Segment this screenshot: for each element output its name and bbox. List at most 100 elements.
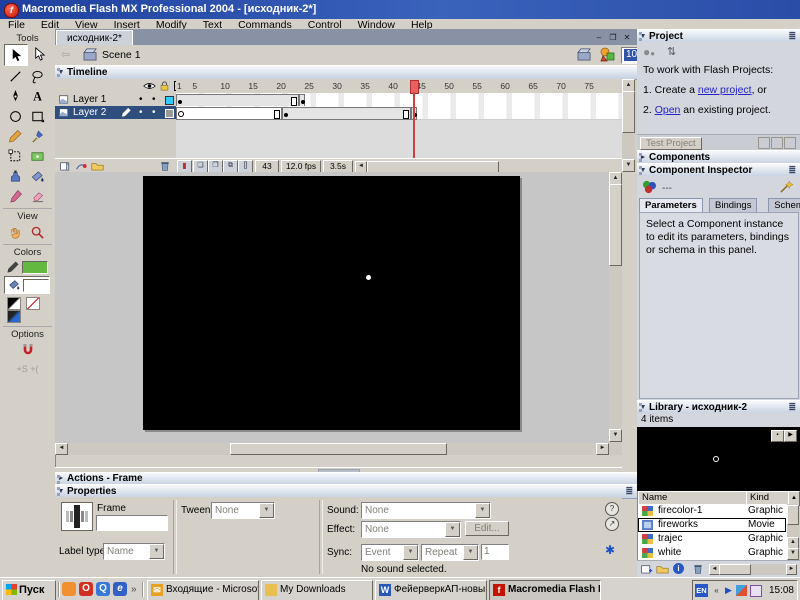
frame-name-input[interactable]	[96, 515, 168, 531]
library-preview-stop-button[interactable]: ▪	[771, 430, 784, 442]
ci-menu-icon[interactable]: ≣	[788, 165, 796, 176]
library-item-trajec[interactable]: trajecGraphic	[638, 532, 786, 546]
library-item-white[interactable]: whiteGraphic	[638, 546, 786, 560]
insert-layer-folder-button[interactable]	[91, 160, 104, 172]
free-transform-tool[interactable]	[4, 146, 26, 166]
timeline-scroll-down[interactable]: ▼	[622, 159, 635, 172]
taskbar-button-3[interactable]: WФейерверкАП-новый - ...	[375, 580, 487, 600]
library-scroll-down[interactable]: ▼	[787, 548, 799, 560]
library-hscroll-thumb[interactable]	[719, 564, 751, 575]
project-add-file-icon[interactable]	[771, 137, 783, 149]
line-tool[interactable]	[4, 66, 26, 86]
layer-outline-color[interactable]	[165, 109, 174, 118]
stage-area[interactable]: ▲ ▼ ◄ ►	[55, 172, 622, 455]
library-menu-icon[interactable]: ≣	[788, 402, 796, 413]
library-vscroll-thumb[interactable]	[787, 505, 799, 525]
tab-parameters[interactable]: Parameters	[639, 198, 703, 213]
help-icon[interactable]: ?	[605, 502, 619, 516]
scene-name[interactable]: Scene 1	[102, 49, 141, 61]
stage-hscrollbar[interactable]: ◄ ►	[55, 443, 609, 455]
frame-span[interactable]	[176, 107, 282, 120]
layer-row-layer-2[interactable]: Layer 2••	[55, 106, 176, 119]
menu-file[interactable]: File	[0, 19, 33, 31]
stroke-color-swatch[interactable]	[22, 261, 48, 274]
doc-restore-button[interactable]: ❐	[607, 32, 619, 43]
lasso-tool[interactable]	[26, 66, 48, 86]
no-color-button[interactable]	[26, 297, 40, 310]
tab-schema[interactable]: Schema	[768, 198, 800, 213]
library-item-fireworks[interactable]: fireworksMovie Clip	[638, 518, 786, 532]
project-delete-icon[interactable]	[784, 137, 796, 149]
layer-row-layer-1[interactable]: Layer 1••	[55, 93, 176, 107]
quicklaunch-chevron[interactable]: »	[131, 584, 137, 595]
default-colors-button[interactable]	[7, 297, 21, 310]
taskbar-button-2[interactable]: My Downloads	[261, 580, 373, 600]
straighten-icon[interactable]: +S	[16, 364, 27, 374]
oval-tool[interactable]	[4, 106, 26, 126]
tray-icon-1[interactable]	[736, 585, 747, 596]
show-hide-layers-eye-icon[interactable]	[143, 81, 156, 91]
text-tool[interactable]: A	[26, 86, 48, 106]
stage-hscroll-thumb[interactable]	[230, 443, 447, 455]
edit-symbols-icon[interactable]	[600, 47, 616, 62]
opera-icon[interactable]: O	[79, 582, 93, 596]
add-motion-guide-button[interactable]	[75, 160, 88, 172]
library-properties-button[interactable]: i	[673, 563, 684, 574]
new-project-link[interactable]: new project	[698, 84, 752, 96]
swap-colors-button[interactable]	[7, 310, 21, 323]
tab-bindings[interactable]: Bindings	[709, 198, 757, 213]
taskbar-button-4[interactable]: fMacromedia Flash MX...	[489, 580, 601, 600]
hand-tool[interactable]	[4, 222, 26, 242]
frames-row-2[interactable]	[176, 106, 622, 120]
snap-to-objects-magnet-icon[interactable]	[20, 342, 36, 358]
library-scroll-right[interactable]: ►	[786, 564, 797, 575]
lock-layers-icon[interactable]	[159, 80, 170, 92]
smooth-icon[interactable]: +(	[30, 364, 38, 374]
project-menu-icon[interactable]: ≣	[788, 31, 796, 42]
loop-count-input[interactable]: 1	[481, 544, 509, 560]
library-vscrollbar[interactable]: ▲ ▼	[787, 504, 799, 560]
publish-settings-icon[interactable]: ↗	[605, 517, 619, 531]
timeline-ruler[interactable]: 151015202530354045505560657075	[176, 79, 622, 94]
open-project-link[interactable]: Open	[655, 104, 681, 116]
back-icon[interactable]: ⇦	[61, 48, 70, 61]
zoom-tool[interactable]	[26, 222, 48, 242]
icq-icon[interactable]: Q	[96, 582, 110, 596]
stage-scroll-left[interactable]: ◄	[55, 443, 68, 455]
layer-outline-color[interactable]	[165, 96, 174, 105]
library-new-symbol-button[interactable]	[640, 563, 653, 575]
version-control-icon[interactable]: ⇅	[667, 45, 676, 58]
stage-vscroll-thumb[interactable]	[609, 184, 622, 266]
sync-dropdown[interactable]: Event▼	[361, 544, 419, 561]
stage-scroll-down[interactable]: ▼	[609, 429, 622, 442]
brush-tool[interactable]	[26, 126, 48, 146]
sound-dropdown[interactable]: None▼	[361, 502, 491, 519]
project-new-folder-icon[interactable]	[758, 137, 770, 149]
start-button[interactable]: Пуск	[2, 580, 56, 600]
rectangle-tool[interactable]	[26, 106, 48, 126]
sync-repeat-dropdown[interactable]: Repeat▼	[421, 544, 479, 561]
layer-lock-dot[interactable]: •	[152, 106, 156, 119]
snap-indicator-icon[interactable]: ✱	[605, 543, 615, 557]
doc-minimize-button[interactable]: –	[593, 32, 605, 43]
frames-row-1[interactable]	[176, 93, 622, 107]
edit-scene-icon[interactable]	[577, 48, 592, 61]
tween-dropdown[interactable]: None▼	[211, 502, 275, 519]
library-new-folder-button[interactable]	[656, 563, 669, 575]
stage-vscrollbar[interactable]: ▲ ▼	[609, 172, 622, 455]
doc-close-button[interactable]: ✕	[621, 32, 633, 43]
library-item-firecolor-1[interactable]: firecolor-1Graphic	[638, 504, 786, 518]
selection-tool[interactable]	[4, 44, 28, 66]
timeline-vscrollbar[interactable]: ▲ ▼	[622, 79, 635, 172]
timeline-panel-header[interactable]: ▼Timeline	[55, 65, 637, 80]
fill-color-row[interactable]	[4, 276, 50, 294]
subselection-tool[interactable]	[28, 44, 50, 64]
test-project-button[interactable]: Test Project	[640, 137, 702, 150]
media-player-tray-icon[interactable]: ▶	[722, 584, 735, 597]
library-preview-play-button[interactable]: ▶	[784, 430, 797, 442]
edit-sound-button[interactable]: Edit...	[465, 521, 509, 536]
ci-wand-icon[interactable]	[779, 180, 794, 194]
taskbar-button-1[interactable]: ✉Входящие - Microsoft O...	[147, 580, 259, 600]
eyedropper-tool[interactable]	[4, 186, 26, 206]
stage-white-dot[interactable]	[366, 275, 371, 280]
